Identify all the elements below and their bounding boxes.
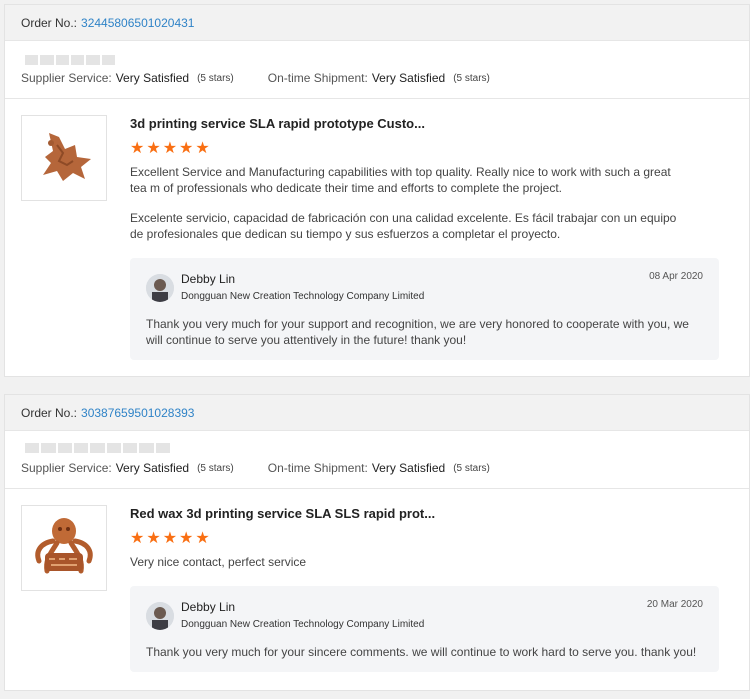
reply-company: Dongguan New Creation Technology Company…	[181, 619, 425, 630]
service-ratings: Supplier Service: Very Satisfied (5 star…	[21, 461, 490, 475]
avatar-image	[146, 602, 174, 630]
supplier-reply: Debby Lin Dongguan New Creation Technolo…	[130, 586, 719, 672]
buyer-name-redacted	[25, 55, 115, 65]
avatar	[146, 274, 174, 302]
order-label: Order No.:	[21, 15, 78, 30]
divider	[5, 488, 749, 489]
reply-date: 08 Apr 2020	[649, 271, 703, 282]
product-title[interactable]: Red wax 3d printing service SLA SLS rapi…	[130, 506, 435, 521]
review-text-es: Excelente servicio, capacidad de fabrica…	[130, 211, 677, 241]
reply-author: Debby Lin	[181, 272, 236, 286]
rating-stars: ★★★★★	[130, 140, 212, 157]
dragon-model-image	[43, 133, 91, 181]
product-thumbnail[interactable]	[21, 505, 107, 591]
shipment-stars: (5 stars)	[453, 462, 490, 474]
review-text-en: Excellent Service and Manufacturing capa…	[130, 165, 671, 195]
shipment-stars: (5 stars)	[453, 72, 490, 84]
review-card: Order No.: 32445806501020431 Supplier Se…	[4, 4, 750, 377]
review-text-en: Very nice contact, perfect service	[130, 555, 307, 569]
shipment-label: On-time Shipment:	[267, 461, 368, 475]
supplier-service-value: Very Satisfied	[115, 71, 190, 85]
avatar	[146, 602, 174, 630]
divider	[5, 98, 749, 99]
reply-author: Debby Lin	[181, 600, 236, 614]
product-title[interactable]: 3d printing service SLA rapid prototype …	[130, 116, 425, 131]
supplier-reply: Debby Lin Dongguan New Creation Technolo…	[130, 258, 719, 360]
shipment-value: Very Satisfied	[371, 461, 446, 475]
order-header: Order No.: 32445806501020431	[5, 5, 749, 41]
supplier-service-value: Very Satisfied	[115, 461, 190, 475]
avatar-image	[146, 274, 174, 302]
supplier-service-label: Supplier Service:	[21, 461, 112, 475]
shipment-value: Very Satisfied	[371, 71, 446, 85]
buyer-name-redacted	[25, 443, 170, 453]
shipment-label: On-time Shipment:	[267, 71, 368, 85]
reply-date: 20 Mar 2020	[646, 599, 703, 610]
reply-text: Thank you very much for your sincere com…	[146, 645, 697, 659]
octopus-model-image	[35, 518, 93, 574]
order-number-link[interactable]: 32445806501020431	[81, 16, 194, 30]
supplier-service-label: Supplier Service:	[21, 71, 112, 85]
rating-stars: ★★★★★	[130, 530, 212, 547]
order-label: Order No.:	[21, 405, 78, 420]
supplier-service-stars: (5 stars)	[197, 462, 234, 474]
reply-text: Thank you very much for your support and…	[146, 317, 689, 347]
order-header: Order No.: 30387659501028393	[5, 395, 749, 431]
review-card: Order No.: 30387659501028393 Supplier Se…	[4, 394, 750, 691]
reply-company: Dongguan New Creation Technology Company…	[181, 291, 425, 302]
service-ratings: Supplier Service: Very Satisfied (5 star…	[21, 71, 490, 85]
order-number-link[interactable]: 30387659501028393	[81, 406, 194, 420]
product-thumbnail[interactable]	[21, 115, 107, 201]
supplier-service-stars: (5 stars)	[197, 72, 234, 84]
